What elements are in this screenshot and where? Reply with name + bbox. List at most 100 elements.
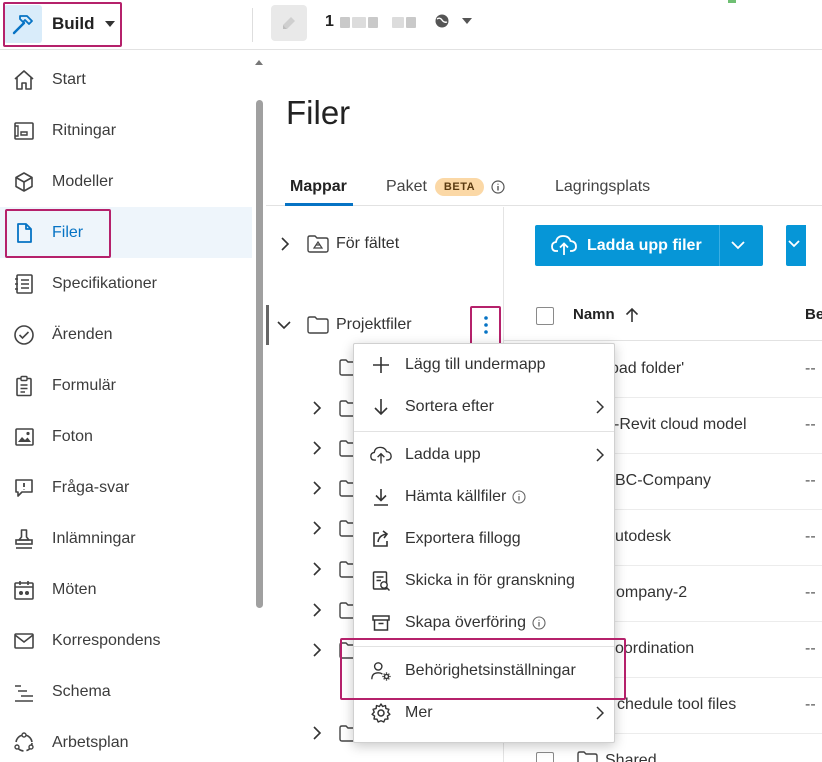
chevron-right-icon[interactable] <box>312 643 322 657</box>
nav-item-formular[interactable]: Formulär <box>0 360 252 411</box>
gear-icon <box>370 702 392 724</box>
file-name[interactable]: -Revit cloud model <box>614 416 747 434</box>
file-name[interactable]: ompany-2 <box>616 584 687 602</box>
home-icon <box>11 67 37 93</box>
plus-icon <box>370 354 392 376</box>
menu-item-label: Behörighetsinställningar <box>405 662 576 679</box>
tree-child-row[interactable] <box>300 428 360 468</box>
tree-child-row[interactable] <box>300 590 360 630</box>
nav-item-moten[interactable]: Möten <box>0 564 252 615</box>
nav-item-label: Ritningar <box>52 121 117 139</box>
nav-item-specifikationer[interactable]: Specifikationer <box>0 258 252 309</box>
status-mark <box>728 0 736 3</box>
menu-item-create-transmittal[interactable]: Skapa överföring <box>354 602 614 644</box>
upload-files-button[interactable]: Ladda upp filer <box>535 225 763 266</box>
nav-item-fraga-svar[interactable]: Fråga-svar <box>0 462 252 513</box>
chevron-right-icon[interactable] <box>312 603 322 617</box>
nav-item-foton[interactable]: Foton <box>0 411 252 462</box>
file-icon <box>11 220 37 246</box>
nav-item-label: Schema <box>52 682 111 700</box>
nav-scrollbar-thumb[interactable] <box>256 100 263 608</box>
tab-label: Mappar <box>290 178 347 195</box>
nav-item-arbetsplan[interactable]: Arbetsplan <box>0 717 252 762</box>
more-options-icon[interactable] <box>471 305 501 345</box>
tab-lagringsplats[interactable]: Lagringsplats <box>555 178 650 196</box>
menu-item-label: Skicka in för granskning <box>405 572 575 589</box>
active-tab-indicator <box>285 203 353 206</box>
file-name[interactable]: oad folder' <box>610 360 684 378</box>
redacted-text <box>367 16 378 28</box>
chevron-right-icon[interactable] <box>280 237 290 251</box>
tree-child-row[interactable] <box>300 347 360 387</box>
nav-item-label: Möten <box>52 580 97 598</box>
chevron-down-icon[interactable] <box>731 237 745 253</box>
schedule-icon <box>11 679 37 705</box>
tree-child-row[interactable] <box>300 468 360 508</box>
tree-child-row[interactable] <box>300 630 360 670</box>
menu-item-sort-by[interactable]: Sortera efter <box>354 386 614 428</box>
top-bar: Build 1 <box>0 0 822 50</box>
menu-item-export-log[interactable]: Exportera fillogg <box>354 518 614 560</box>
file-name[interactable]: utodesk <box>615 528 671 546</box>
file-name[interactable]: oordination <box>615 640 694 658</box>
chevron-right-icon[interactable] <box>312 441 322 455</box>
menu-item-submit-review[interactable]: Skicka in för granskning <box>354 560 614 602</box>
nav-item-inlamningar[interactable]: Inlämningar <box>0 513 252 564</box>
specifications-icon <box>11 271 37 297</box>
scroll-up-arrow-icon[interactable] <box>255 60 263 65</box>
chevron-right-icon[interactable] <box>312 562 322 576</box>
chevron-right-icon[interactable] <box>312 521 322 535</box>
product-switcher-button[interactable]: Build <box>4 3 120 45</box>
info-icon[interactable] <box>491 180 505 194</box>
menu-item-upload[interactable]: Ladda upp <box>354 434 614 476</box>
secondary-action-button[interactable] <box>786 225 806 266</box>
menu-item-label: Ladda upp <box>405 446 481 463</box>
nav-item-start[interactable]: Start <box>0 54 252 105</box>
nav-item-modeller[interactable]: Modeller <box>0 156 252 207</box>
project-selector[interactable]: 1 <box>325 13 416 31</box>
menu-item-more[interactable]: Mer <box>354 692 614 734</box>
review-icon <box>370 570 392 592</box>
arrow-down-icon <box>370 396 392 418</box>
nav-item-label: Filer <box>52 223 84 241</box>
file-name[interactable]: chedule tool files <box>617 696 736 714</box>
menu-item-permissions[interactable]: Behörighetsinställningar <box>354 650 614 692</box>
tab-paket[interactable]: Paket BETA <box>386 178 505 196</box>
file-name[interactable]: BC-Company <box>615 472 711 490</box>
tree-child-row[interactable] <box>300 508 360 548</box>
chevron-down-icon[interactable] <box>277 320 291 330</box>
nav-item-filer[interactable]: Filer <box>0 207 252 258</box>
folder-icon <box>576 750 598 762</box>
nav-item-korrespondens[interactable]: Korrespondens <box>0 615 252 666</box>
menu-item-label: Exportera fillogg <box>405 530 521 547</box>
tree-child-row[interactable] <box>300 549 360 589</box>
tree-item-for-faltet[interactable]: För fältet <box>266 224 503 264</box>
nav-item-label: Arbetsplan <box>52 733 129 751</box>
tree-item-label: För fältet <box>336 235 400 252</box>
file-name[interactable]: Shared <box>605 752 657 762</box>
select-all-checkbox[interactable] <box>536 307 554 325</box>
tab-mappar[interactable]: Mappar <box>290 178 347 196</box>
nav-item-arenden[interactable]: Ärenden <box>0 309 252 360</box>
info-icon[interactable] <box>532 616 546 630</box>
chat-icon <box>11 475 37 501</box>
caret-down-icon <box>104 21 115 27</box>
globe-icon <box>434 13 450 29</box>
column-header-second[interactable]: Be <box>805 306 822 323</box>
nav-item-ritningar[interactable]: Ritningar <box>0 105 252 156</box>
tree-child-row[interactable] <box>300 388 360 428</box>
chevron-right-icon <box>596 400 604 414</box>
chevron-right-icon[interactable] <box>312 726 322 740</box>
project-thumbnail-icon[interactable] <box>271 5 307 41</box>
menu-item-add-subfolder[interactable]: Lägg till undermapp <box>354 344 614 386</box>
chevron-right-icon[interactable] <box>312 401 322 415</box>
tree-item-projektfiler[interactable]: Projektfiler <box>266 305 503 345</box>
cube-icon <box>11 169 37 195</box>
menu-item-download-source[interactable]: Hämta källfiler <box>354 476 614 518</box>
chevron-right-icon[interactable] <box>312 481 322 495</box>
info-icon[interactable] <box>512 490 526 504</box>
column-header-name[interactable]: Namn <box>573 306 639 323</box>
nav-item-schema[interactable]: Schema <box>0 666 252 717</box>
project-extras[interactable] <box>434 13 472 29</box>
row-checkbox[interactable] <box>536 752 554 762</box>
